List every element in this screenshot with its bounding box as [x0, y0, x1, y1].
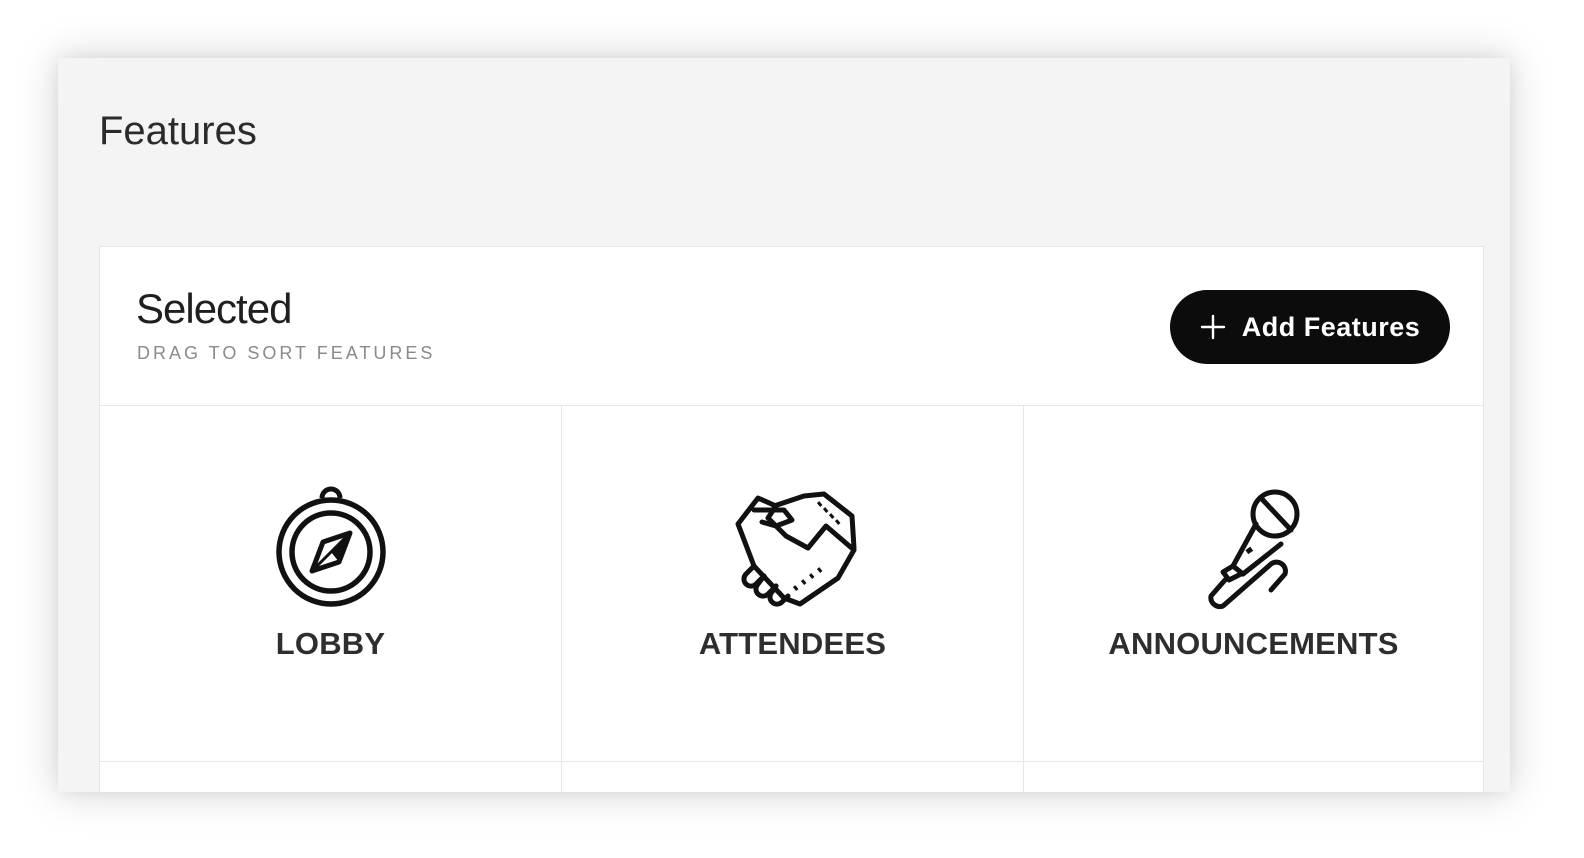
compass-icon — [266, 486, 396, 610]
feature-label: ANNOUNCEMENTS — [1108, 626, 1399, 661]
selected-features-panel: Selected DRAG TO SORT FEATURES Add Featu… — [99, 246, 1484, 792]
page-title: Features — [99, 109, 257, 153]
handshake-icon — [728, 486, 858, 610]
feature-label: ATTENDEES — [698, 626, 887, 661]
feature-tile-attendees[interactable]: ATTENDEES — [562, 406, 1024, 762]
feature-label: LOBBY — [275, 626, 386, 661]
add-features-button[interactable]: Add Features — [1170, 290, 1450, 364]
section-title: Selected — [136, 285, 292, 332]
add-features-label: Add Features — [1241, 311, 1421, 342]
feature-tile-empty — [562, 762, 1024, 792]
plus-icon — [1200, 314, 1226, 340]
feature-tile-empty — [100, 762, 562, 792]
feature-tile-empty — [1024, 762, 1483, 792]
feature-tile-announcements[interactable]: ANNOUNCEMENTS — [1024, 406, 1483, 762]
section-subtitle: DRAG TO SORT FEATURES — [137, 343, 436, 363]
feature-grid: LOBBY ATTENDEES ANNOUNCEMENTS — [100, 406, 1483, 792]
feature-tile-lobby[interactable]: LOBBY — [100, 406, 562, 762]
panel-header: Selected DRAG TO SORT FEATURES Add Featu… — [100, 247, 1483, 406]
microphone-icon — [1189, 486, 1319, 610]
features-window: Features Selected DRAG TO SORT FEATURES … — [58, 58, 1510, 792]
